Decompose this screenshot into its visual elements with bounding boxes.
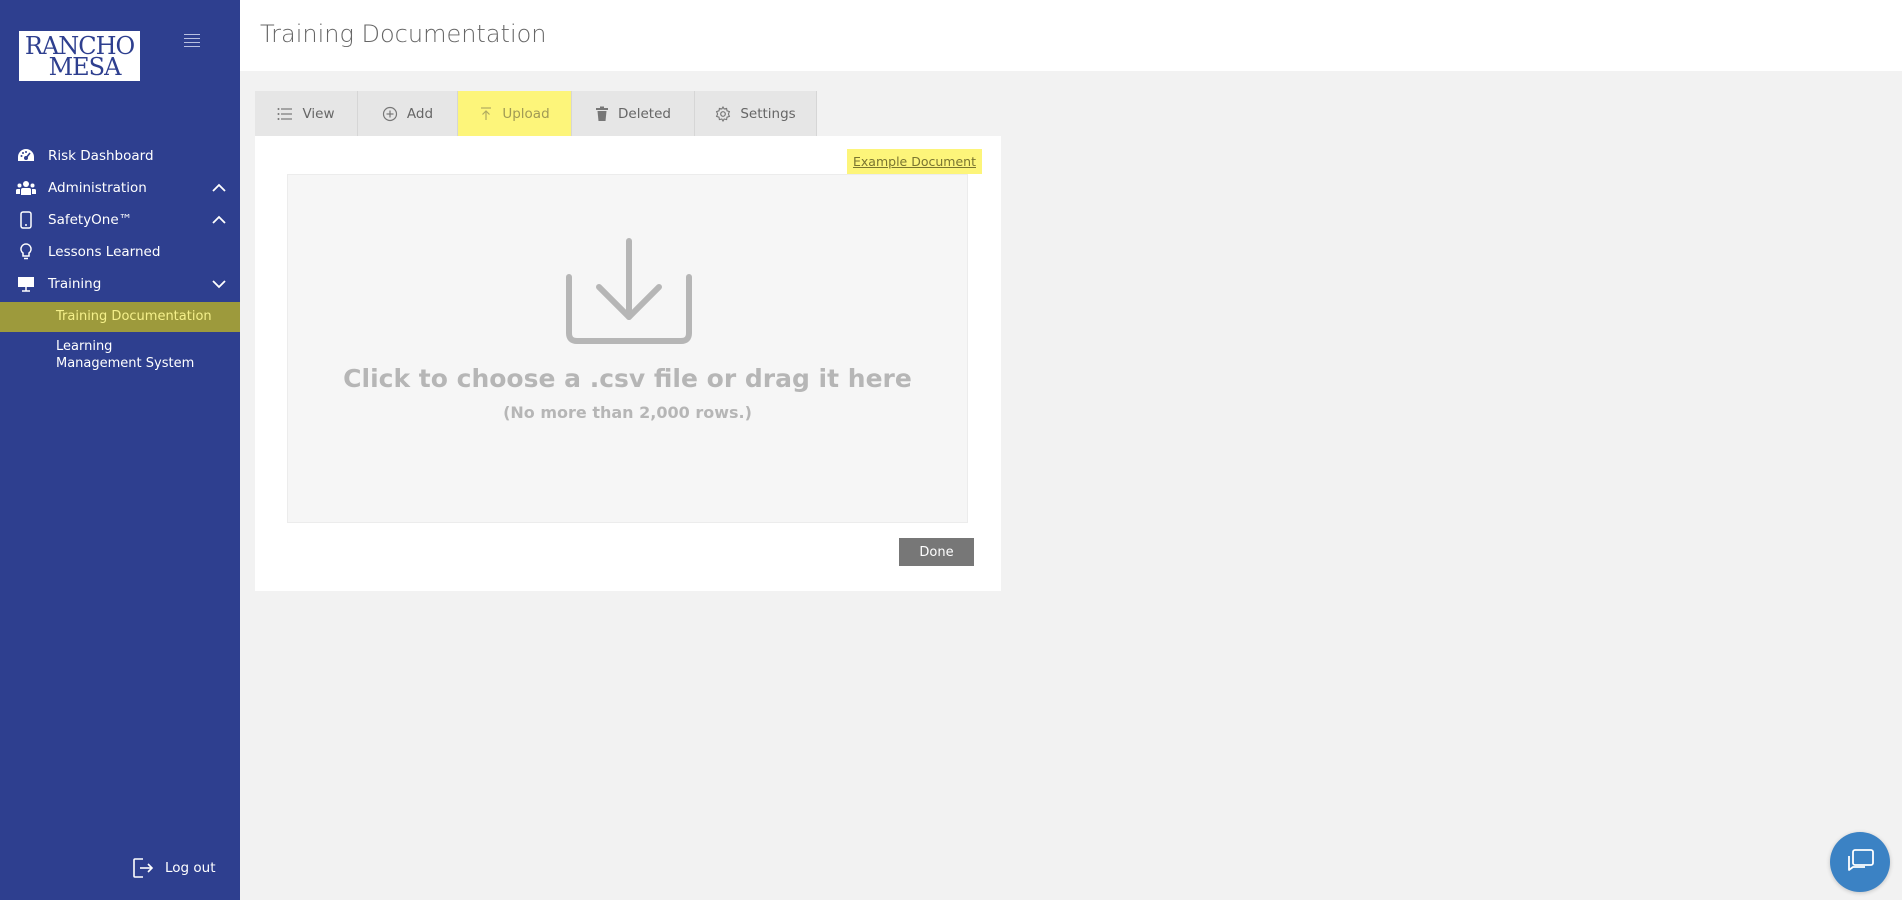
logout-label: Log out	[165, 860, 216, 876]
logout-icon	[133, 858, 154, 878]
page-title: Training Documentation	[260, 20, 547, 48]
tab-view[interactable]: View	[255, 91, 358, 136]
done-button[interactable]: Done	[899, 538, 974, 566]
sidebar-subitem-learning-management-system[interactable]: Learning Management System	[0, 332, 240, 372]
chevron-up-icon[interactable]	[212, 213, 226, 227]
plus-circle-icon	[382, 106, 398, 121]
top-bar: Training Documentation	[240, 0, 1902, 71]
chevron-down-icon[interactable]	[212, 277, 226, 291]
sidebar-item-lessons-learned[interactable]: Lessons Learned	[0, 236, 240, 268]
lightbulb-icon	[16, 242, 36, 262]
upload-icon	[481, 106, 492, 120]
users-icon	[16, 178, 36, 198]
gear-icon	[716, 105, 731, 122]
sidebar-item-risk-dashboard[interactable]: Risk Dashboard	[0, 140, 240, 172]
sidebar-item-label: Training	[48, 276, 102, 292]
example-document-link[interactable]: Example Document	[847, 149, 982, 174]
sidebar-item-training[interactable]: Training	[0, 268, 240, 300]
file-dropzone[interactable]: Click to choose a .csv file or drag it h…	[287, 174, 968, 523]
sidebar-item-safetyone[interactable]: SafetyOne™	[0, 204, 240, 236]
sidebar-item-label: Administration	[48, 180, 147, 196]
sidebar-item-administration[interactable]: Administration	[0, 172, 240, 204]
tab-label: View	[302, 105, 335, 122]
chat-icon	[1848, 849, 1874, 871]
dropzone-limit-note: (No more than 2,000 rows.)	[503, 403, 752, 422]
download-icon	[566, 238, 692, 344]
presentation-icon	[16, 274, 36, 294]
sidebar-item-label: Risk Dashboard	[48, 148, 154, 164]
tab-upload[interactable]: Upload	[458, 91, 572, 136]
tab-add[interactable]: Add	[358, 91, 458, 136]
logout-button[interactable]: Log out	[132, 856, 216, 880]
sidebar-nav: Risk Dashboard Administration SafetyOne™…	[0, 140, 240, 372]
sidebar-item-label: Lessons Learned	[48, 244, 161, 260]
dropzone-instruction: Click to choose a .csv file or drag it h…	[343, 364, 912, 393]
tab-label: Deleted	[618, 105, 671, 122]
tab-label: Upload	[502, 105, 550, 122]
sidebar-item-label: SafetyOne™	[48, 212, 133, 228]
upload-panel: Example Document Click to choose a .csv …	[255, 136, 1001, 591]
mobile-icon	[16, 210, 36, 230]
list-icon	[277, 107, 293, 120]
trash-icon	[596, 106, 609, 121]
sidebar: RANCHO MESA Risk Dashboard Administratio…	[0, 0, 240, 900]
hamburger-menu-icon[interactable]	[184, 34, 200, 48]
sidebar-subitem-training-documentation[interactable]: Training Documentation	[0, 302, 240, 332]
tab-label: Settings	[740, 105, 796, 122]
tab-settings[interactable]: Settings	[695, 91, 817, 136]
logo[interactable]: RANCHO MESA	[19, 31, 140, 81]
dashboard-icon	[16, 146, 36, 166]
logo-line-2: MESA	[48, 52, 122, 81]
tab-deleted[interactable]: Deleted	[572, 91, 695, 136]
tab-label: Add	[406, 105, 434, 122]
tab-bar: View Add Upload Deleted Settings	[255, 91, 817, 136]
chat-support-button[interactable]	[1830, 832, 1890, 892]
chevron-up-icon[interactable]	[212, 181, 226, 195]
